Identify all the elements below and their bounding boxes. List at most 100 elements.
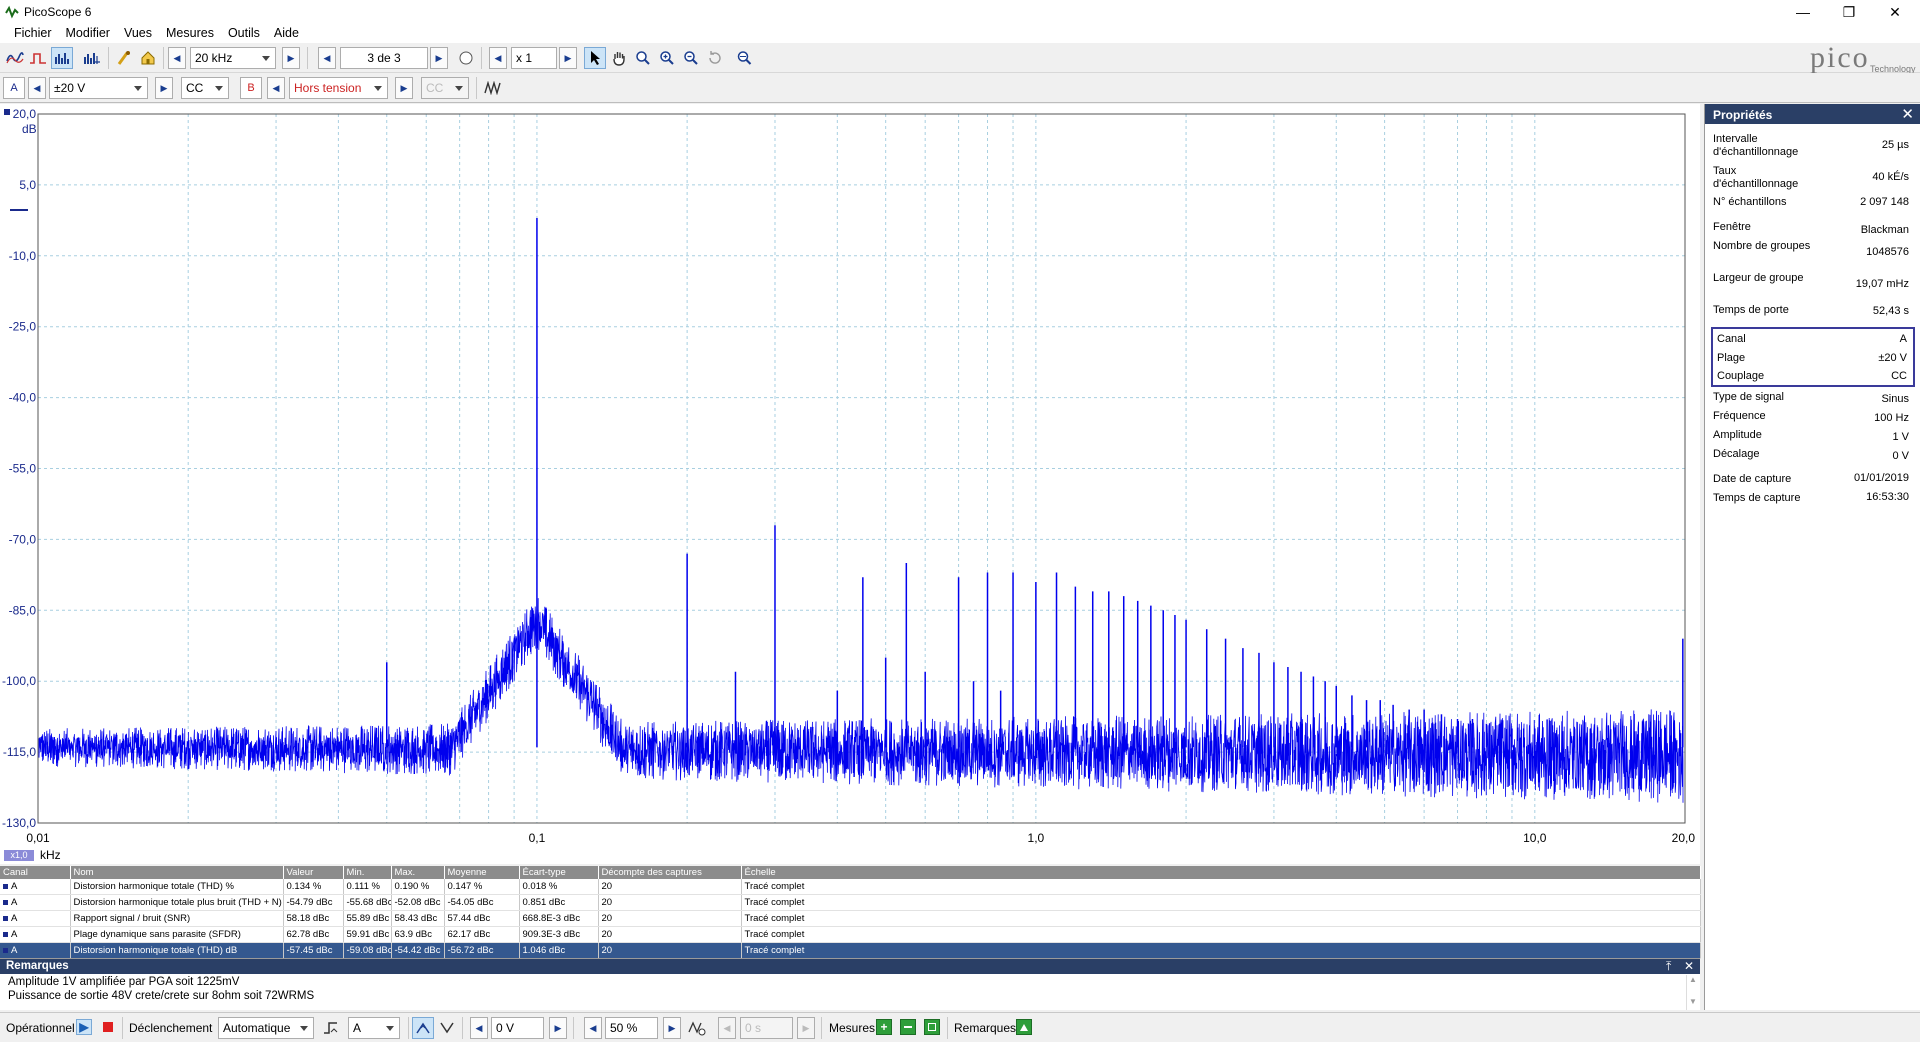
zoom-prev-button[interactable]: ◀ xyxy=(489,47,507,69)
table-cell: Tracé complet xyxy=(741,926,1701,943)
remarks-line[interactable]: Puissance de sortie 48V crete/crete sur … xyxy=(8,990,314,1002)
column-header[interactable]: Moyenne xyxy=(444,866,520,879)
edit-measurement-icon[interactable] xyxy=(900,1019,916,1035)
minimize-icon[interactable]: — xyxy=(1780,0,1826,24)
table-cell-channel: A xyxy=(0,942,71,959)
capture-next-button[interactable]: ▶ xyxy=(430,47,448,69)
timebase-prev-button[interactable]: ◀ xyxy=(168,47,186,69)
axis-scale-badge[interactable]: x1,0 xyxy=(4,850,34,861)
zoom-in-icon[interactable] xyxy=(632,47,654,69)
menu-outils[interactable]: Outils xyxy=(221,24,267,40)
channel-b-range-next-button[interactable]: ▶ xyxy=(395,77,413,99)
zoom-out-icon[interactable] xyxy=(680,47,702,69)
channel-a-options-button[interactable]: A xyxy=(3,77,25,99)
stop-icon[interactable] xyxy=(100,1019,116,1035)
remarks-scrollbar[interactable]: ▲ ▼ xyxy=(1686,975,1698,1010)
zoom-fit-icon[interactable] xyxy=(734,47,756,69)
trigger-channel-select[interactable]: A xyxy=(348,1017,400,1039)
table-cell: 20 xyxy=(598,910,742,927)
channel-b-options-button[interactable]: B xyxy=(240,77,262,99)
trigger-level-prev-button[interactable]: ◀ xyxy=(470,1017,488,1039)
close-icon[interactable]: ✕ xyxy=(1901,105,1914,123)
capture-prev-button[interactable]: ◀ xyxy=(318,47,336,69)
trigger-mode-value: Automatique xyxy=(223,1021,291,1035)
rising-edge-icon[interactable] xyxy=(412,1017,434,1039)
persistence-mode-icon[interactable] xyxy=(27,47,49,69)
remarks-line[interactable]: Amplitude 1V amplifiée par PGA soit 1225… xyxy=(8,976,239,988)
column-header[interactable]: Min. xyxy=(343,866,392,879)
trigger-level-next-button[interactable]: ▶ xyxy=(549,1017,567,1039)
status-bar: Opérationnel ▶ Déclenchement Automatique… xyxy=(0,1012,1920,1042)
table-row[interactable]: A Distorsion harmonique totale (THD) dB -5… xyxy=(0,942,1701,959)
menu-modifier[interactable]: Modifier xyxy=(59,24,117,40)
add-measurement-icon[interactable]: + xyxy=(876,1019,892,1035)
column-header[interactable]: Écart-type xyxy=(519,866,599,879)
channel-b-range-select[interactable]: Hors tension xyxy=(289,77,388,99)
probe-icon[interactable] xyxy=(113,47,135,69)
property-label: Temps de capture xyxy=(1713,492,1801,504)
trigger-mode-select[interactable]: Automatique xyxy=(218,1017,314,1039)
menu-vues[interactable]: Vues xyxy=(117,24,159,40)
zoom-in-region-icon[interactable] xyxy=(656,47,678,69)
close-icon[interactable]: ✕ xyxy=(1872,0,1918,24)
channel-a-range-prev-button[interactable]: ◀ xyxy=(28,77,46,99)
scroll-up-icon[interactable]: ▲ xyxy=(1689,975,1697,984)
run-icon[interactable]: ▶ xyxy=(76,1019,92,1035)
signal-generator-icon[interactable] xyxy=(482,77,504,99)
remarks-toggle-icon[interactable] xyxy=(1016,1019,1032,1035)
table-row[interactable]: A Plage dynamique sans parasite (SFDR) 62.… xyxy=(0,926,1701,943)
column-header[interactable]: Nom xyxy=(70,866,284,879)
property-label: Fenêtre xyxy=(1713,221,1751,233)
trigger-delay-icon[interactable] xyxy=(686,1017,708,1039)
channel-a-range-select[interactable]: ±20 V xyxy=(49,77,148,99)
timebase-select[interactable]: 20 kHz xyxy=(190,47,276,69)
restore-icon[interactable]: ❐ xyxy=(1826,0,1872,24)
falling-edge-icon[interactable] xyxy=(436,1017,458,1039)
zoom-level-field[interactable]: x 1 xyxy=(511,47,557,69)
table-row[interactable]: A Distorsion harmonique totale plus bruit… xyxy=(0,894,1701,911)
channel-a-range-next-button[interactable]: ▶ xyxy=(155,77,173,99)
timebase-next-button[interactable]: ▶ xyxy=(282,47,300,69)
pretrigger-next-button[interactable]: ▶ xyxy=(663,1017,681,1039)
pretrigger-field[interactable]: 50 % xyxy=(605,1017,658,1039)
zoom-next-button[interactable]: ▶ xyxy=(559,47,577,69)
spectrum-mode-icon[interactable] xyxy=(51,47,73,69)
column-header[interactable]: Max. xyxy=(391,866,445,879)
channel-color-marker xyxy=(3,915,8,921)
pointer-icon[interactable] xyxy=(584,47,606,69)
table-row[interactable]: A Rapport signal / bruit (SNR) 58.18 dBc 55… xyxy=(0,910,1701,927)
pin-icon[interactable]: ⤒ xyxy=(1666,959,1671,974)
y-tick-label: -130,0 xyxy=(2,816,36,830)
close-icon[interactable]: ✕ xyxy=(1684,959,1694,973)
compass-icon[interactable] xyxy=(455,47,477,69)
spectrum-view[interactable]: 20,0 5,0 -10,0 -25,0 -40,0 -55,0 -70,0 -85,0 -10… xyxy=(0,104,1700,864)
menu-fichier[interactable]: Fichier xyxy=(7,24,59,40)
spectrum-view-icon[interactable] xyxy=(81,47,103,69)
home-icon[interactable] xyxy=(137,47,159,69)
trigger-level-field[interactable]: 0 V xyxy=(491,1017,544,1039)
property-row: Temps de porte 52,43 s xyxy=(1713,304,1909,317)
pretrigger-prev-button[interactable]: ◀ xyxy=(584,1017,602,1039)
undo-zoom-icon[interactable] xyxy=(704,47,726,69)
trigger-edge-icon[interactable] xyxy=(320,1017,342,1039)
channel-a-offset-marker[interactable] xyxy=(10,209,28,211)
scroll-down-icon[interactable]: ▼ xyxy=(1689,997,1697,1006)
hand-icon[interactable] xyxy=(608,47,630,69)
property-value: 0 V xyxy=(1892,450,1909,462)
column-header[interactable]: Échelle xyxy=(741,866,1701,879)
menu-mesures[interactable]: Mesures xyxy=(159,24,221,40)
table-cell: 55.89 dBc xyxy=(343,910,392,927)
delete-measurement-icon[interactable] xyxy=(924,1019,940,1035)
channel-a-coupling-select[interactable]: CC xyxy=(181,77,229,99)
property-label: Couplage xyxy=(1717,370,1765,382)
menu-aide[interactable]: Aide xyxy=(267,24,306,40)
table-row[interactable]: A Distorsion harmonique totale (THD) % 0.1… xyxy=(0,879,1701,895)
column-header[interactable]: Décompte des captures xyxy=(598,866,742,879)
table-cell: Tracé complet xyxy=(741,910,1701,927)
scope-mode-icon[interactable] xyxy=(4,47,26,69)
column-header[interactable]: Canal xyxy=(0,866,71,879)
capture-counter[interactable]: 3 de 3 xyxy=(340,47,428,69)
property-value: Blackman xyxy=(1860,224,1909,236)
channel-b-range-prev-button[interactable]: ◀ xyxy=(267,77,285,99)
column-header[interactable]: Valeur xyxy=(283,866,344,879)
